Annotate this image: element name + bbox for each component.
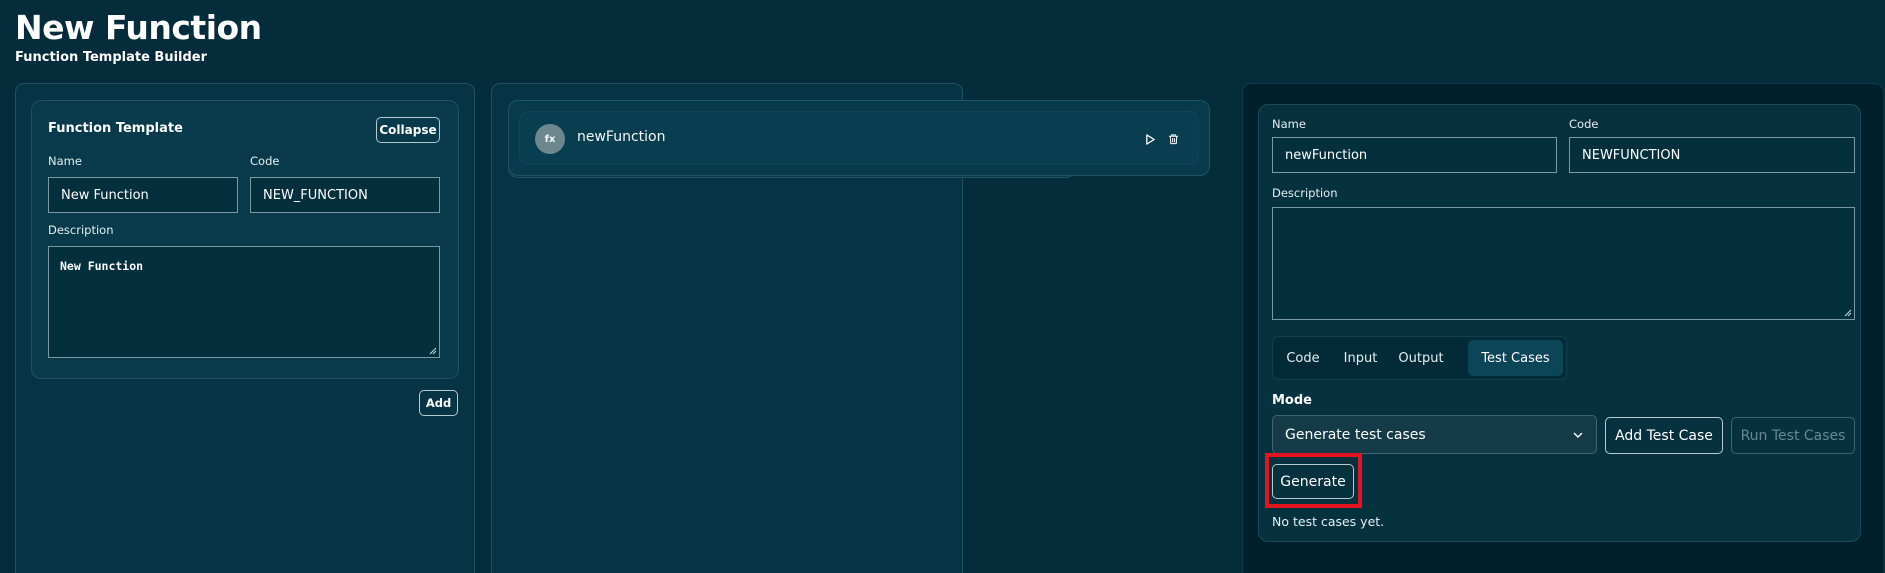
tab-code[interactable]: Code <box>1276 340 1330 376</box>
template-panel: Function Template Collapse Name New Func… <box>15 83 475 573</box>
code-input[interactable]: NEW_FUNCTION <box>250 177 440 213</box>
mode-select-value: Generate test cases <box>1285 426 1426 443</box>
details-panel: Name newFunction Code NEWFUNCTION Descri… <box>1242 83 1884 573</box>
code-label: Code <box>250 154 280 168</box>
mode-select[interactable]: Generate test cases <box>1272 415 1597 454</box>
function-avatar: fx <box>535 124 565 154</box>
tab-output[interactable]: Output <box>1391 340 1451 376</box>
play-icon[interactable] <box>1145 134 1156 145</box>
detail-description-textarea[interactable] <box>1272 207 1855 320</box>
run-test-cases-button[interactable]: Run Test Cases <box>1731 417 1855 454</box>
page-subtitle: Function Template Builder <box>15 50 208 65</box>
details-card: Name newFunction Code NEWFUNCTION Descri… <box>1258 104 1861 542</box>
mode-label: Mode <box>1272 393 1312 408</box>
resize-grip-icon[interactable] <box>1844 309 1852 317</box>
function-list-item[interactable]: fx newFunction <box>519 111 1199 165</box>
function-item-name: newFunction <box>577 129 666 145</box>
add-button[interactable]: Add <box>419 390 458 416</box>
tab-input[interactable]: Input <box>1333 340 1388 376</box>
detail-tabs: Code Input Output Test Cases <box>1272 336 1567 380</box>
page-title: New Function <box>15 8 262 47</box>
tab-test-cases[interactable]: Test Cases <box>1468 340 1563 376</box>
detail-name-label: Name <box>1272 117 1306 131</box>
detail-code-input[interactable]: NEWFUNCTION <box>1569 137 1855 173</box>
resize-grip-icon[interactable] <box>429 347 437 355</box>
detail-code-label: Code <box>1569 117 1599 131</box>
function-list-card-outer: fx newFunction <box>508 100 1210 176</box>
detail-description-label: Description <box>1272 186 1338 200</box>
generate-button[interactable]: Generate <box>1272 464 1354 499</box>
name-label: Name <box>48 154 82 168</box>
description-textarea[interactable]: New Function <box>48 246 440 358</box>
description-label: Description <box>48 223 114 237</box>
function-template-card: Function Template Collapse Name New Func… <box>31 100 459 379</box>
chevron-down-icon <box>1573 432 1583 438</box>
trash-icon[interactable] <box>1168 133 1179 145</box>
description-text: New Function <box>60 259 144 273</box>
card-title: Function Template <box>48 121 183 136</box>
add-test-case-button[interactable]: Add Test Case <box>1605 417 1723 454</box>
name-input[interactable]: New Function <box>48 177 238 213</box>
detail-name-input[interactable]: newFunction <box>1272 137 1557 173</box>
collapse-button[interactable]: Collapse <box>376 117 440 143</box>
empty-test-cases-message: No test cases yet. <box>1272 514 1385 529</box>
